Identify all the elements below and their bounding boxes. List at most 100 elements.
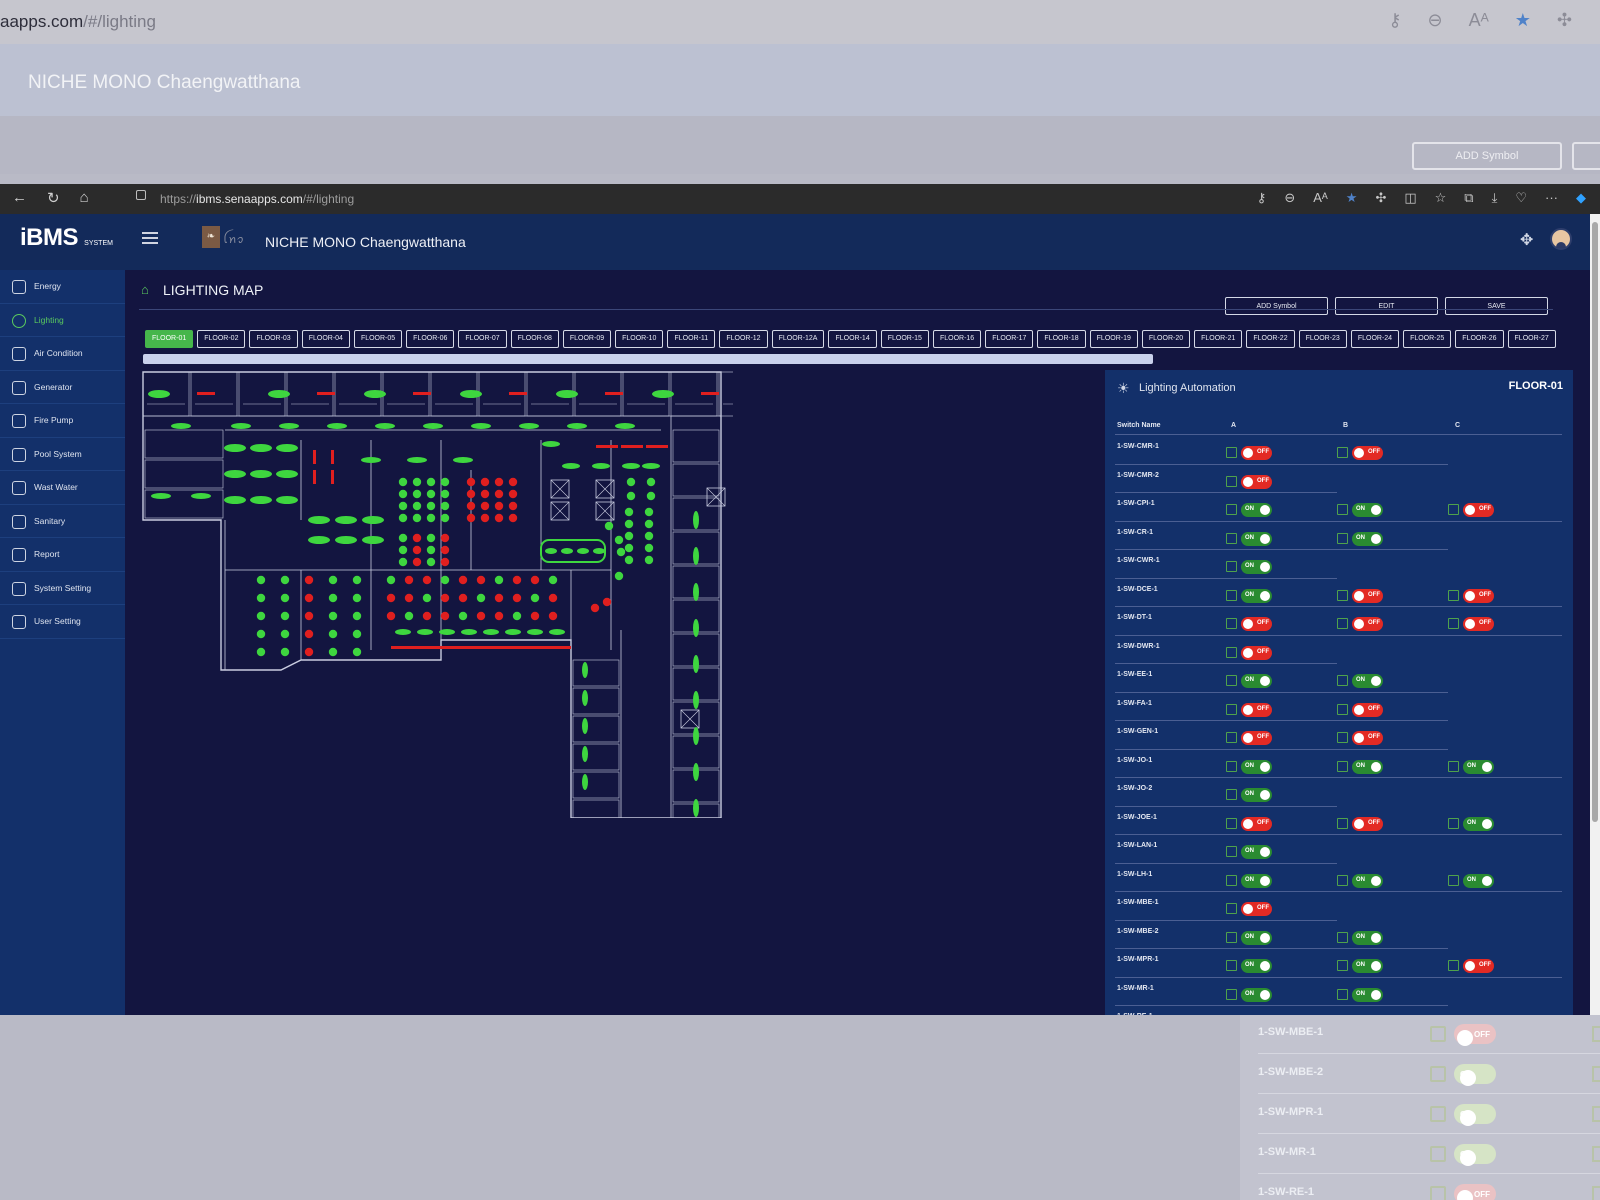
tab-floor-10[interactable]: FLOOR-10: [615, 330, 664, 348]
favorite-star-icon[interactable]: ★: [1346, 190, 1358, 206]
schedule-calendar-icon[interactable]: [1226, 903, 1237, 914]
tab-floor-25[interactable]: FLOOR-25: [1403, 330, 1452, 348]
schedule-calendar-icon[interactable]: [1448, 960, 1459, 971]
switch-toggle[interactable]: ON: [1241, 674, 1272, 688]
switch-toggle[interactable]: OFF: [1352, 731, 1383, 745]
schedule-calendar-icon[interactable]: [1448, 504, 1459, 515]
switch-toggle[interactable]: ON: [1241, 959, 1272, 973]
switch-toggle[interactable]: ON: [1352, 959, 1383, 973]
tab-floor-11[interactable]: FLOOR-11: [667, 330, 716, 348]
schedule-calendar-icon[interactable]: [1337, 703, 1348, 715]
schedule-calendar-icon[interactable]: [1226, 561, 1237, 572]
tab-floor-14[interactable]: FLOOR-14: [828, 330, 877, 348]
tab-floor-24[interactable]: FLOOR-24: [1350, 330, 1400, 348]
schedule-calendar-icon[interactable]: [1226, 732, 1237, 743]
zoom-out-icon[interactable]: ⊖: [1284, 190, 1295, 206]
switch-toggle[interactable]: ON: [1463, 816, 1494, 831]
schedule-calendar-icon[interactable]: [1337, 504, 1348, 515]
tab-floor-15[interactable]: FLOOR-15: [880, 330, 929, 348]
schedule-calendar-icon[interactable]: [1226, 846, 1237, 857]
sidebar-item-sanitary[interactable]: Sanitary: [0, 505, 125, 538]
schedule-calendar-icon[interactable]: [1226, 504, 1237, 515]
home-icon[interactable]: ⌂: [80, 189, 89, 207]
schedule-calendar-icon[interactable]: [1337, 988, 1348, 1000]
switch-toggle[interactable]: OFF: [1463, 617, 1494, 631]
back-icon[interactable]: ←: [12, 189, 27, 207]
split-screen-icon[interactable]: ◫: [1404, 190, 1416, 206]
sidebar-item-user-setting[interactable]: User Setting: [0, 605, 125, 639]
sidebar-item-lighting[interactable]: Lighting: [0, 304, 125, 337]
tab-floor-20[interactable]: FLOOR-20: [1141, 330, 1191, 348]
switch-toggle[interactable]: OFF: [1352, 816, 1383, 831]
lock-icon[interactable]: [136, 190, 146, 200]
scrollbar-thumb[interactable]: [1592, 222, 1598, 822]
switch-toggle[interactable]: OFF: [1241, 446, 1272, 460]
schedule-calendar-icon[interactable]: [1337, 618, 1348, 629]
tab-floor-17[interactable]: FLOOR-17: [985, 330, 1034, 348]
schedule-calendar-icon[interactable]: [1226, 475, 1237, 487]
switch-toggle[interactable]: ON: [1241, 873, 1272, 888]
tab-floor-06[interactable]: FLOOR-06: [406, 330, 455, 348]
tab-floor-02[interactable]: FLOOR-02: [197, 330, 246, 348]
switch-toggle[interactable]: OFF: [1241, 731, 1272, 745]
read-aloud-icon[interactable]: Aᴬ: [1313, 190, 1328, 206]
schedule-calendar-icon[interactable]: [1226, 760, 1237, 772]
schedule-calendar-icon[interactable]: [1337, 589, 1348, 601]
schedule-calendar-icon[interactable]: [1226, 618, 1237, 629]
floor-plan-map[interactable]: [141, 370, 733, 818]
schedule-calendar-icon[interactable]: [1226, 931, 1237, 943]
tab-floor-27[interactable]: FLOOR-27: [1507, 330, 1556, 348]
sidebar-item-system-setting[interactable]: System Setting: [0, 572, 125, 605]
switch-toggle[interactable]: OFF: [1241, 617, 1272, 631]
switch-toggle[interactable]: ON: [1241, 930, 1272, 945]
schedule-calendar-icon[interactable]: [1226, 988, 1237, 1000]
schedule-calendar-icon[interactable]: [1226, 532, 1237, 544]
switch-toggle[interactable]: ON: [1352, 531, 1383, 546]
sidebar-item-air-condition[interactable]: Air Condition: [0, 337, 125, 371]
schedule-calendar-icon[interactable]: [1448, 817, 1459, 829]
tab-floor-21[interactable]: FLOOR-21: [1194, 330, 1243, 348]
schedule-calendar-icon[interactable]: [1226, 874, 1237, 886]
add-symbol-button[interactable]: ADD Symbol: [1225, 297, 1328, 315]
address-bar[interactable]: https://ibms.senaapps.com/#/lighting: [160, 192, 354, 206]
schedule-calendar-icon[interactable]: [1337, 817, 1348, 829]
sidebar-item-report[interactable]: Report: [0, 538, 125, 572]
switch-toggle[interactable]: OFF: [1352, 446, 1383, 460]
switch-toggle[interactable]: OFF: [1241, 645, 1272, 660]
floor-tabs-scrollbar[interactable]: [143, 354, 1153, 364]
switch-toggle[interactable]: OFF: [1463, 503, 1494, 517]
schedule-calendar-icon[interactable]: [1226, 646, 1237, 658]
schedule-calendar-icon[interactable]: [1448, 589, 1459, 601]
reload-icon[interactable]: ↻: [47, 189, 60, 207]
schedule-calendar-icon[interactable]: [1226, 447, 1237, 458]
schedule-calendar-icon[interactable]: [1448, 618, 1459, 629]
tab-floor-23[interactable]: FLOOR-23: [1298, 330, 1347, 348]
schedule-calendar-icon[interactable]: [1226, 789, 1237, 800]
avatar[interactable]: [1550, 228, 1572, 250]
tab-floor-16[interactable]: FLOOR-16: [932, 330, 982, 348]
switch-toggle[interactable]: ON: [1241, 588, 1272, 603]
tab-floor-12a[interactable]: FLOOR-12A: [771, 330, 825, 348]
schedule-calendar-icon[interactable]: [1448, 760, 1459, 772]
fullscreen-icon[interactable]: ✥: [1520, 230, 1533, 250]
switch-toggle[interactable]: OFF: [1352, 702, 1383, 717]
tab-floor-05[interactable]: FLOOR-05: [353, 330, 403, 348]
switch-toggle[interactable]: ON: [1352, 503, 1383, 517]
schedule-calendar-icon[interactable]: [1337, 931, 1348, 943]
sidebar-item-pool-system[interactable]: Pool System: [0, 438, 125, 471]
tab-floor-09[interactable]: FLOOR-09: [562, 330, 612, 348]
save-button[interactable]: SAVE: [1445, 297, 1548, 315]
switch-toggle[interactable]: ON: [1463, 759, 1494, 774]
sidebar-item-fire-pump[interactable]: Fire Pump: [0, 404, 125, 438]
tab-floor-26[interactable]: FLOOR-26: [1455, 330, 1504, 348]
switch-toggle[interactable]: ON: [1241, 531, 1272, 546]
tab-floor-18[interactable]: FLOOR-18: [1037, 330, 1086, 348]
tab-floor-04[interactable]: FLOOR-04: [301, 330, 350, 348]
tab-floor-03[interactable]: FLOOR-03: [249, 330, 298, 348]
page-scrollbar[interactable]: [1590, 214, 1600, 1015]
schedule-calendar-icon[interactable]: [1337, 732, 1348, 743]
collections-icon[interactable]: ⧉: [1464, 190, 1473, 206]
switch-toggle[interactable]: ON: [1463, 873, 1494, 888]
schedule-calendar-icon[interactable]: [1226, 817, 1237, 829]
switch-toggle[interactable]: ON: [1352, 930, 1383, 945]
